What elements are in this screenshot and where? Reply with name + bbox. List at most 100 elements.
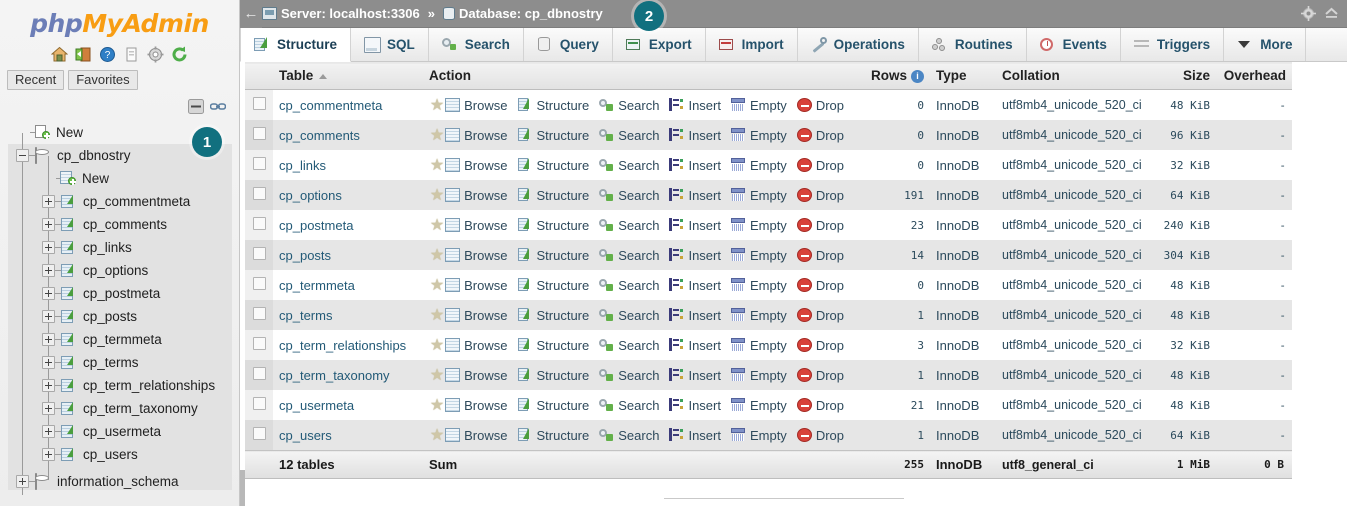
back-button[interactable]: ←	[240, 0, 262, 28]
row-checkbox-cell[interactable]	[245, 390, 273, 420]
row-checkbox-cell[interactable]	[245, 240, 273, 270]
search-link[interactable]: Search	[599, 428, 659, 443]
insert-link[interactable]: Insert	[669, 158, 721, 173]
insert-link[interactable]: Insert	[669, 368, 721, 383]
empty-link[interactable]: Empty	[730, 368, 787, 383]
search-link[interactable]: Search	[599, 218, 659, 233]
favorite-star-icon[interactable]: ★	[429, 125, 445, 145]
search-link[interactable]: Search	[599, 98, 659, 113]
row-checkbox-cell[interactable]	[245, 180, 273, 210]
table-name-link[interactable]: cp_commentmeta	[279, 98, 382, 113]
column-header-size[interactable]: Size	[1156, 62, 1216, 90]
table-name-link[interactable]: cp_terms	[279, 308, 332, 323]
expand-expander-icon[interactable]	[16, 475, 29, 488]
empty-link[interactable]: Empty	[730, 398, 787, 413]
expand-expander-icon[interactable]	[42, 356, 55, 369]
favorite-star-icon[interactable]: ★	[429, 245, 445, 265]
empty-link[interactable]: Empty	[730, 218, 787, 233]
row-checkbox[interactable]	[252, 127, 266, 140]
empty-link[interactable]: Empty	[730, 338, 787, 353]
table-name-cell[interactable]: cp_term_taxonomy	[273, 360, 423, 390]
favorite-star-icon[interactable]: ★	[429, 95, 445, 115]
browse-link[interactable]: Browse	[445, 98, 508, 113]
recent-tab[interactable]: Recent	[7, 70, 65, 90]
structure-link[interactable]: Structure	[517, 338, 589, 353]
tree-item-cp_users[interactable]: cp_users	[8, 443, 239, 466]
row-checkbox[interactable]	[252, 337, 266, 350]
table-name-cell[interactable]: cp_links	[273, 150, 423, 180]
drop-link[interactable]: Drop	[796, 248, 844, 263]
table-name-cell[interactable]: cp_comments	[273, 120, 423, 150]
favorites-tab[interactable]: Favorites	[68, 70, 138, 90]
empty-link[interactable]: Empty	[730, 188, 787, 203]
row-checkbox[interactable]	[252, 247, 266, 260]
tree-item-cp_posts[interactable]: cp_posts	[8, 305, 239, 328]
insert-link[interactable]: Insert	[669, 428, 721, 443]
row-checkbox-cell[interactable]	[245, 120, 273, 150]
row-checkbox[interactable]	[252, 157, 266, 170]
favorite-star-icon[interactable]: ★	[429, 395, 445, 415]
insert-link[interactable]: Insert	[669, 98, 721, 113]
expand-expander-icon[interactable]	[42, 264, 55, 277]
link-with-main-panel-icon[interactable]	[209, 99, 227, 113]
empty-link[interactable]: Empty	[730, 158, 787, 173]
favorite-star-icon[interactable]: ★	[429, 305, 445, 325]
insert-link[interactable]: Insert	[669, 338, 721, 353]
structure-link[interactable]: Structure	[517, 158, 589, 173]
insert-link[interactable]: Insert	[669, 188, 721, 203]
settings-gear-icon[interactable]	[147, 46, 164, 63]
row-checkbox[interactable]	[252, 187, 266, 200]
expand-expander-icon[interactable]	[42, 241, 55, 254]
drop-link[interactable]: Drop	[796, 218, 844, 233]
drop-link[interactable]: Drop	[796, 428, 844, 443]
favorite-star-icon[interactable]: ★	[429, 275, 445, 295]
insert-link[interactable]: Insert	[669, 308, 721, 323]
row-checkbox-cell[interactable]	[245, 210, 273, 240]
insert-link[interactable]: Insert	[669, 218, 721, 233]
structure-link[interactable]: Structure	[517, 98, 589, 113]
browse-link[interactable]: Browse	[445, 188, 508, 203]
tab-routines[interactable]: Routines	[918, 28, 1027, 61]
drop-link[interactable]: Drop	[796, 398, 844, 413]
tab-operations[interactable]: Operations	[797, 28, 919, 61]
expand-expander-icon[interactable]	[42, 448, 55, 461]
expand-expander-icon[interactable]	[42, 310, 55, 323]
tree-item-cp_term_taxonomy[interactable]: cp_term_taxonomy	[8, 397, 239, 420]
drop-link[interactable]: Drop	[796, 278, 844, 293]
expand-expander-icon[interactable]	[42, 333, 55, 346]
row-checkbox[interactable]	[252, 367, 266, 380]
drop-link[interactable]: Drop	[796, 188, 844, 203]
browse-link[interactable]: Browse	[445, 248, 508, 263]
expand-expander-icon[interactable]	[42, 425, 55, 438]
search-link[interactable]: Search	[599, 188, 659, 203]
favorite-star-icon[interactable]: ★	[429, 365, 445, 385]
row-checkbox-cell[interactable]	[245, 270, 273, 300]
empty-link[interactable]: Empty	[730, 128, 787, 143]
tree-item-cp_term_relationships[interactable]: cp_term_relationships	[8, 374, 239, 397]
tree-item-cp_termmeta[interactable]: cp_termmeta	[8, 328, 239, 351]
table-name-cell[interactable]: cp_terms	[273, 300, 423, 330]
table-name-link[interactable]: cp_usermeta	[279, 398, 354, 413]
home-icon[interactable]	[50, 46, 69, 63]
tab-structure[interactable]: Structure	[240, 28, 352, 62]
row-checkbox-cell[interactable]	[245, 360, 273, 390]
settings-gear-icon[interactable]	[1301, 6, 1316, 21]
row-checkbox-cell[interactable]	[245, 89, 273, 120]
drop-link[interactable]: Drop	[796, 158, 844, 173]
browse-link[interactable]: Browse	[445, 278, 508, 293]
empty-link[interactable]: Empty	[730, 248, 787, 263]
browse-link[interactable]: Browse	[445, 308, 508, 323]
search-link[interactable]: Search	[599, 158, 659, 173]
tree-item-cp_options[interactable]: cp_options	[8, 259, 239, 282]
tab-import[interactable]: Import	[705, 28, 798, 61]
collapse-all-icon[interactable]	[188, 98, 204, 114]
table-name-link[interactable]: cp_posts	[279, 248, 331, 263]
empty-link[interactable]: Empty	[730, 278, 787, 293]
search-link[interactable]: Search	[599, 368, 659, 383]
browse-link[interactable]: Browse	[445, 218, 508, 233]
row-checkbox[interactable]	[252, 307, 266, 320]
collapse-navigation-icon[interactable]	[1324, 6, 1339, 21]
table-name-cell[interactable]: cp_commentmeta	[273, 89, 423, 120]
phpmyadmin-logo[interactable]: phpMyAdmin	[0, 0, 239, 38]
tab-sql[interactable]: SQL	[351, 28, 429, 61]
